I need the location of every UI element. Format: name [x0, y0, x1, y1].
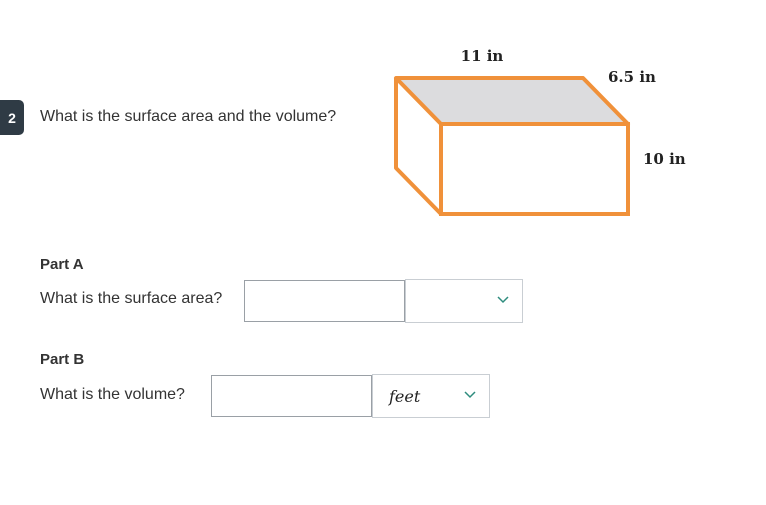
- depth-label: 6.5 in: [608, 68, 656, 86]
- prism-figure: 11 in 6.5 in 10 in: [394, 47, 686, 216]
- part-a-title: Part A: [40, 256, 84, 273]
- chevron-down-icon: [497, 296, 509, 304]
- part-a-question: What is the surface area?: [40, 290, 223, 307]
- length-label: 11 in: [461, 47, 504, 65]
- surface-area-unit-dropdown[interactable]: [405, 279, 523, 323]
- volume-input[interactable]: [211, 375, 372, 417]
- volume-unit-dropdown[interactable]: feet: [372, 374, 490, 418]
- height-label: 10 in: [643, 150, 686, 168]
- part-b-title: Part B: [40, 351, 85, 368]
- chevron-down-icon: [464, 391, 476, 399]
- surface-area-input[interactable]: [244, 280, 405, 322]
- prism-front-face: [439, 122, 630, 216]
- prism-top-face: [394, 76, 630, 126]
- part-b-question: What is the volume?: [40, 386, 185, 403]
- volume-unit-value: feet: [389, 386, 421, 406]
